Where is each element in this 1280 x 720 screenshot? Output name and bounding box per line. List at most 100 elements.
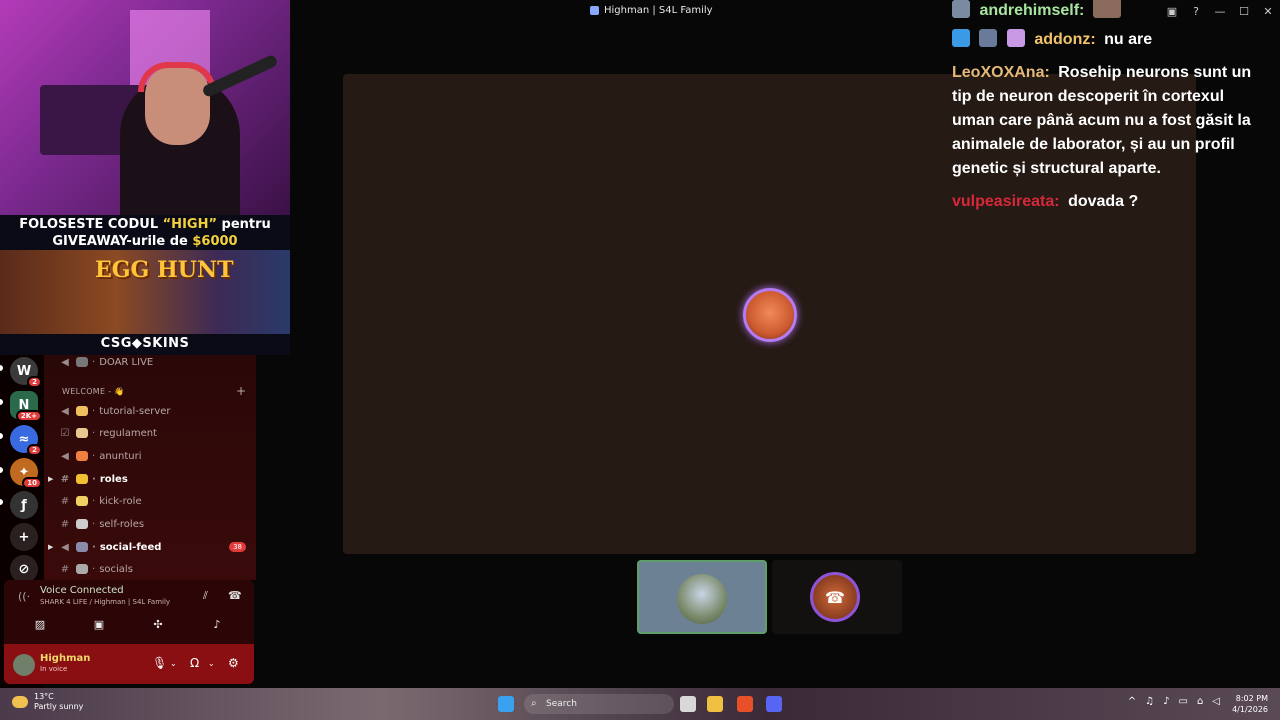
search-icon: ⌕ xyxy=(531,698,537,709)
volume-icon[interactable]: ◁ xyxy=(1212,696,1220,707)
category-welcome[interactable]: WELCOME - 👋 xyxy=(62,387,125,396)
chat-username: vulpeasireata: xyxy=(952,193,1060,210)
channel-roles[interactable]: # · roles xyxy=(58,470,128,488)
promo-line-2: GIVEAWAY-urile de $6000 xyxy=(0,234,290,249)
server-icon-3[interactable]: ≈ 2 xyxy=(10,425,42,456)
channel-name: self-roles xyxy=(99,518,145,530)
user-panel: Highman In voice 🎙 ⌄ Ω ⌄ ⚙ xyxy=(4,644,254,684)
screen-share-button[interactable]: ▣ xyxy=(79,618,119,638)
chevron-down-icon[interactable]: ⌄ xyxy=(208,659,215,668)
speaker-avatar[interactable] xyxy=(743,288,797,342)
channel-tutorial-server[interactable]: ◀ · tutorial-server xyxy=(58,402,170,420)
camera-off-button[interactable]: ▨ xyxy=(20,618,60,638)
weather-widget[interactable]: 13°C Partly sunny xyxy=(12,692,83,712)
emoji-icon xyxy=(76,451,88,461)
server-label: ≈ xyxy=(18,431,30,447)
participant-tile[interactable] xyxy=(637,560,767,634)
channel-social-feed[interactable]: ◀ · social-feed xyxy=(58,538,161,556)
add-server-button[interactable]: + xyxy=(10,523,38,551)
channel-self-roles[interactable]: # · self-roles xyxy=(58,515,144,533)
search-box[interactable]: ⌕ Search xyxy=(524,694,674,714)
chat-message: addonz: nu are xyxy=(952,28,1270,52)
time: 8:02 PM xyxy=(1235,694,1268,703)
speaker-icon[interactable]: ♫ xyxy=(1145,696,1154,707)
chat-message: andrehimself: xyxy=(952,0,1270,23)
chat-username: addonz: xyxy=(1034,31,1096,48)
emoji-icon xyxy=(76,357,88,367)
server-folder[interactable]: N 2K+ xyxy=(10,391,42,422)
brave-browser-icon[interactable] xyxy=(737,696,753,712)
channel-kick-role[interactable]: # · kick-role xyxy=(58,492,142,510)
partly-sunny-icon xyxy=(12,696,28,708)
separator: · xyxy=(92,405,96,417)
separator: · xyxy=(92,473,96,485)
server-icon-4[interactable]: ✦ 10 xyxy=(10,458,42,489)
headphones-icon[interactable]: Ω xyxy=(190,656,199,670)
voice-status-panel: ((· Voice Connected SHARK 4 LIFE / Highm… xyxy=(4,580,254,644)
unread-pill xyxy=(0,399,3,405)
separator: · xyxy=(92,563,96,575)
emoji-icon xyxy=(76,519,88,529)
display-icon[interactable]: ▭ xyxy=(1178,696,1187,707)
emoji-icon xyxy=(76,406,88,416)
network-icon[interactable]: ⌂ xyxy=(1197,696,1203,707)
chevron-down-icon[interactable]: ⌄ xyxy=(170,659,177,668)
channel-anunturi[interactable]: ◀ · anunturi xyxy=(58,447,141,465)
chat-text: nu are xyxy=(1104,31,1153,48)
emoji-icon xyxy=(76,474,88,484)
search-placeholder: Search xyxy=(546,699,577,709)
server-label: ƒ xyxy=(21,497,27,513)
separator: · xyxy=(92,518,96,530)
server-badge: 10 xyxy=(22,477,42,489)
mic-icon[interactable]: ♪ xyxy=(1163,696,1169,707)
emoji-icon xyxy=(76,428,88,438)
channel-name: regulament xyxy=(99,427,157,439)
server-icon-5[interactable]: ƒ xyxy=(10,491,38,519)
username[interactable]: Highman xyxy=(40,653,90,664)
settings-gear-icon[interactable]: ⚙ xyxy=(228,656,239,670)
weather-condition: Partly sunny xyxy=(34,702,84,711)
window-title: Highman | S4L Family xyxy=(590,5,713,16)
task-view-icon[interactable] xyxy=(680,696,696,712)
avatar xyxy=(1092,0,1121,18)
avatar[interactable] xyxy=(13,654,35,676)
chevron-up-icon[interactable]: ^ xyxy=(1128,696,1136,707)
promo-line-2-pre: GIVEAWAY-urile de xyxy=(52,234,193,249)
channel-name: anunturi xyxy=(99,450,142,462)
channel-doar-live[interactable]: ◀ · DOAR LIVE xyxy=(58,353,153,371)
discover-icon[interactable]: ⊘ xyxy=(10,555,38,583)
temperature: 13°C xyxy=(34,692,54,701)
stream-chat: andrehimself: addonz: nu are LeoXOXAna: … xyxy=(952,0,1280,230)
promo-line-1-pre: FOLOSESTE CODUL xyxy=(19,217,163,232)
server-icon-1[interactable]: W 2 xyxy=(10,357,42,388)
voice-location[interactable]: SHARK 4 LIFE / Highman | S4L Family xyxy=(40,598,170,606)
channel-name: DOAR LIVE xyxy=(99,356,154,368)
announce-icon: ◀ xyxy=(61,541,69,553)
clock[interactable]: 8:02 PM 4/1/2026 xyxy=(1232,693,1268,715)
promo-code: “HIGH” xyxy=(162,217,217,232)
voice-connected-label[interactable]: Voice Connected xyxy=(40,585,124,596)
promo-line-1-post: pentru xyxy=(217,217,271,232)
user-status: In voice xyxy=(40,665,68,673)
disconnect-icon[interactable]: ☎ xyxy=(228,589,242,602)
start-icon[interactable] xyxy=(498,696,514,712)
emoji-icon xyxy=(76,542,88,552)
microphone-arm xyxy=(201,53,279,99)
participant-tile[interactable]: ☎ xyxy=(772,560,902,634)
activities-button[interactable]: ✣ xyxy=(138,618,178,638)
microphone-icon[interactable]: 🎙 xyxy=(152,656,167,670)
discord-icon[interactable] xyxy=(766,696,782,712)
separator: · xyxy=(92,495,96,507)
channel-socials[interactable]: # · socials xyxy=(58,560,133,578)
add-channel-icon[interactable]: + xyxy=(236,384,246,398)
chat-message: vulpeasireata: dovada ? xyxy=(952,190,1270,214)
noise-suppression-icon[interactable]: ⫽ xyxy=(203,589,208,603)
channel-regulament[interactable]: ☑ · regulament xyxy=(58,424,157,442)
soundboard-button[interactable]: ♪ xyxy=(197,618,237,638)
weather-text: 13°C Partly sunny xyxy=(34,692,83,712)
file-explorer-icon[interactable] xyxy=(707,696,723,712)
channel-list: ◀ · DOAR LIVE WELCOME - 👋 + ◀ · tutorial… xyxy=(44,355,256,580)
signal-icon[interactable]: ((· xyxy=(18,590,30,603)
unread-pill xyxy=(0,365,3,371)
moderator-icon xyxy=(952,29,970,47)
